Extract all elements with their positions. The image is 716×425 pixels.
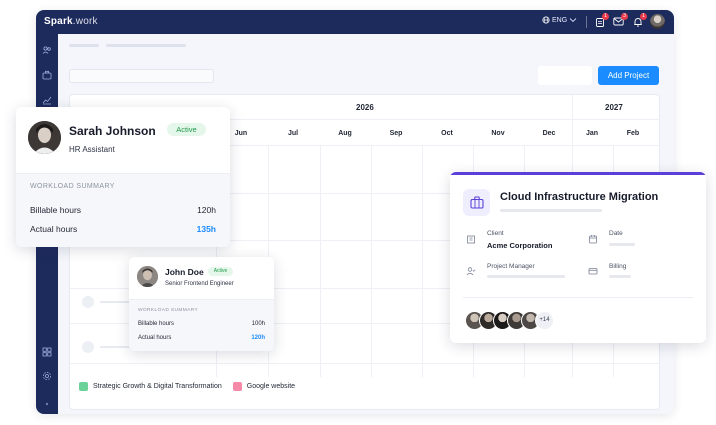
grid-icon xyxy=(42,347,52,357)
actual-hours-value: 135h xyxy=(196,224,216,234)
month-header: Nov xyxy=(491,130,505,137)
status-badge: Active xyxy=(167,123,206,136)
workload-summary: WORKLOAD SUMMARY Billable hours 120h Act… xyxy=(16,173,230,247)
logo-light: .work xyxy=(72,16,98,27)
team-avatars[interactable]: +14 xyxy=(465,311,554,330)
sidebar-item-apps[interactable] xyxy=(41,346,53,358)
line-chart-icon xyxy=(42,96,52,105)
logo[interactable]: Spark.work xyxy=(44,16,98,27)
month-header: Feb xyxy=(626,130,640,137)
avatar xyxy=(28,121,61,154)
dot-icon xyxy=(45,402,49,406)
project-card[interactable]: Cloud Infrastructure Migration Client Ac… xyxy=(450,172,706,343)
billable-hours-label: Billable hours xyxy=(30,205,82,215)
year-label: 2026 xyxy=(356,103,374,112)
credit-card-icon xyxy=(587,265,599,277)
month-divider xyxy=(422,145,423,377)
logo-bold: Spark xyxy=(44,16,73,27)
month-header: Jul xyxy=(287,130,299,137)
sidebar-item-reports[interactable] xyxy=(41,94,53,106)
client-label: Client xyxy=(487,230,504,237)
project-manager-label: Project Manager xyxy=(487,263,535,270)
project-subtitle-placeholder xyxy=(500,209,602,212)
legend-label: Strategic Growth & Digital Transformatio… xyxy=(93,383,222,390)
briefcase-icon xyxy=(42,70,52,80)
secondary-button[interactable] xyxy=(538,66,592,85)
legend-swatch-pink xyxy=(232,382,242,391)
card-divider xyxy=(463,297,693,298)
employee-name: John Doe xyxy=(165,267,204,277)
timeline-legend: Strategic Growth & Digital Transformatio… xyxy=(79,382,295,391)
language-label: ENG xyxy=(552,16,568,24)
legend-label: Google website xyxy=(246,383,296,390)
search-input[interactable] xyxy=(69,69,214,83)
project-manager-placeholder xyxy=(487,275,565,278)
actual-hours-label: Actual hours xyxy=(30,224,78,234)
topbar-divider xyxy=(586,16,587,28)
user-avatar[interactable] xyxy=(650,14,665,29)
year-label: 2027 xyxy=(605,103,623,112)
billing-label: Billing xyxy=(609,263,627,270)
project-icon-box xyxy=(463,189,490,216)
workload-summary-title: WORKLOAD SUMMARY xyxy=(138,308,199,313)
employee-name: Sarah Johnson xyxy=(69,124,156,138)
sidebar-item-projects[interactable] xyxy=(41,69,53,81)
billable-hours-value: 120h xyxy=(197,205,216,215)
breadcrumb-placeholder xyxy=(106,44,186,47)
date-value-placeholder xyxy=(609,243,635,246)
globe-icon xyxy=(542,16,550,24)
avatar xyxy=(137,266,158,287)
tasks-badge: 1 xyxy=(602,13,609,20)
sidebar-collapse[interactable] xyxy=(41,398,53,410)
month-divider xyxy=(320,145,321,377)
workload-summary-title: WORKLOAD SUMMARY xyxy=(30,183,115,190)
building-icon xyxy=(465,233,477,245)
gear-icon xyxy=(43,372,51,380)
add-project-button[interactable]: Add Project xyxy=(598,66,659,85)
tasks-button[interactable]: 1 xyxy=(593,13,609,28)
billable-hours-value: 100h xyxy=(251,321,265,327)
sidebar-item-team[interactable] xyxy=(41,44,53,56)
calendar-icon xyxy=(587,233,599,245)
notifications-button[interactable]: 1 xyxy=(631,13,647,28)
client-value: Acme Corporation xyxy=(487,241,553,250)
legend-swatch-green xyxy=(79,382,88,391)
user-check-icon xyxy=(465,265,477,277)
sidebar-item-settings[interactable] xyxy=(41,370,53,382)
month-header: Oct xyxy=(441,130,453,137)
status-badge: Active xyxy=(208,267,233,276)
users-icon xyxy=(42,46,51,54)
billable-hours-label: Billable hours xyxy=(138,321,175,327)
row-divider xyxy=(70,363,659,364)
month-header: Aug xyxy=(338,130,352,137)
month-divider xyxy=(371,145,372,377)
more-members-count[interactable]: +14 xyxy=(535,311,554,330)
mail-button[interactable]: 3 xyxy=(612,13,628,28)
briefcase-icon xyxy=(469,196,484,209)
project-accent-bar xyxy=(450,172,706,175)
employee-card-sarah[interactable]: Sarah Johnson Active HR Assistant WORKLO… xyxy=(16,107,230,247)
top-bar: Spark.work ENG 1 3 1 xyxy=(36,10,674,34)
language-selector[interactable]: ENG xyxy=(542,16,577,24)
date-label: Date xyxy=(609,230,623,237)
workload-summary: WORKLOAD SUMMARY Billable hours 100h Act… xyxy=(129,299,274,351)
breadcrumb-placeholder xyxy=(69,44,99,47)
project-title: Cloud Infrastructure Migration xyxy=(500,191,659,203)
mail-badge: 3 xyxy=(621,13,628,20)
actual-hours-label: Actual hours xyxy=(138,335,172,341)
employee-role: HR Assistant xyxy=(69,145,115,154)
employee-card-john[interactable]: John Doe Active Senior Frontend Engineer… xyxy=(129,257,274,351)
actual-hours-value: 120h xyxy=(251,335,265,341)
chevron-down-icon xyxy=(569,18,577,23)
month-header: Sep xyxy=(389,130,403,137)
employee-role: Senior Frontend Engineer xyxy=(165,281,234,287)
billing-value-placeholder xyxy=(609,275,631,278)
bell-badge: 1 xyxy=(640,13,647,20)
